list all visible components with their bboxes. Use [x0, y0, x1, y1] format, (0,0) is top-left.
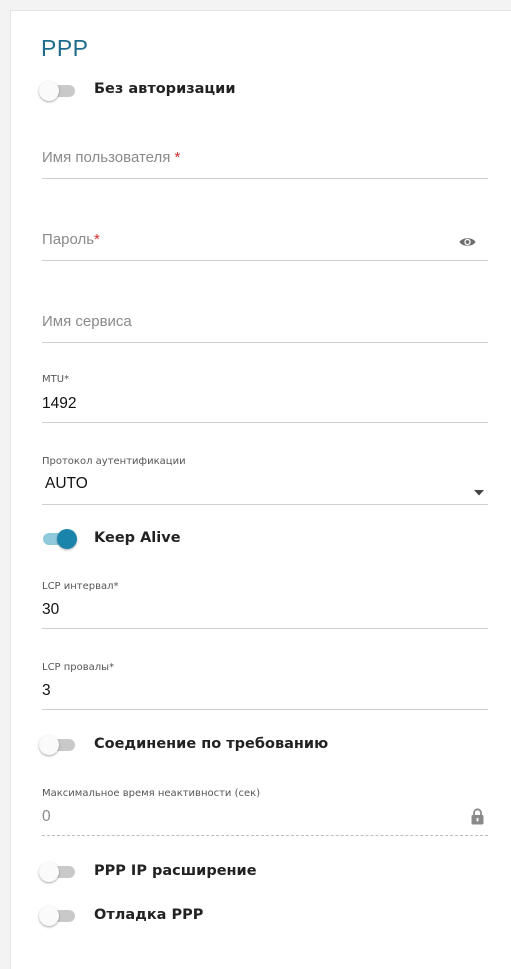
dropdown-arrow-icon[interactable]	[474, 483, 484, 501]
field-underline	[42, 835, 488, 837]
lcp-interval-field[interactable]: LCP интервал* 30	[42, 576, 488, 632]
username-field[interactable]: Имя пользователя *	[42, 149, 488, 181]
keep-alive-label: Keep Alive	[94, 530, 181, 546]
section-title: PPP	[41, 35, 89, 61]
ppp-debug-label: Отладка PPP	[94, 907, 204, 923]
mtu-label: MTU	[42, 374, 65, 385]
required-mark: *	[113, 581, 119, 592]
max-idle-field: Максимальное время неактивности (сек) 0	[42, 783, 488, 839]
max-idle-value: 0	[42, 808, 51, 825]
toggle-thumb	[39, 735, 59, 755]
field-underline	[42, 342, 488, 343]
required-mark: *	[170, 149, 181, 166]
no-auth-label: Без авторизации	[94, 81, 236, 97]
on-demand-label: Соединение по требованию	[94, 736, 329, 752]
auth-protocol-value: AUTO	[45, 475, 88, 492]
max-idle-label: Максимальное время неактивности (сек)	[42, 788, 261, 799]
mtu-field[interactable]: MTU* 1492	[42, 369, 488, 425]
mtu-value: 1492	[42, 395, 77, 412]
service-name-field[interactable]: Имя сервиса	[42, 313, 488, 345]
required-mark: *	[94, 231, 100, 248]
auth-protocol-label: Протокол аутентификации	[42, 456, 186, 467]
lcp-failures-value: 3	[42, 682, 51, 699]
required-mark: *	[64, 374, 70, 385]
service-name-placeholder: Имя сервиса	[42, 313, 132, 330]
toggle-thumb	[39, 906, 59, 926]
field-underline	[42, 504, 488, 505]
field-underline	[42, 178, 488, 179]
field-underline	[42, 628, 488, 629]
lcp-failures-label: LCP провалы	[42, 662, 110, 673]
password-placeholder: Пароль	[42, 231, 95, 248]
no-auth-toggle[interactable]	[39, 80, 77, 101]
ppp-settings-card: PPP Без авторизации Имя пользователя * П…	[10, 10, 511, 969]
auth-protocol-select[interactable]: Протокол аутентификации AUTO	[42, 451, 488, 507]
lock-icon	[471, 808, 484, 830]
ppp-ip-extension-label: PPP IP расширение	[94, 863, 257, 879]
field-underline	[42, 422, 488, 423]
password-field[interactable]: Пароль*	[42, 231, 488, 263]
eye-icon[interactable]	[459, 235, 476, 253]
username-placeholder: Имя пользователя	[42, 149, 171, 166]
required-mark: *	[109, 662, 115, 673]
toggle-thumb	[39, 81, 59, 101]
field-underline	[42, 709, 488, 710]
ppp-ip-extension-toggle[interactable]	[39, 861, 77, 882]
toggle-thumb	[39, 862, 59, 882]
keep-alive-toggle[interactable]	[39, 528, 77, 549]
lcp-failures-field[interactable]: LCP провалы* 3	[42, 657, 488, 713]
field-underline	[42, 260, 488, 261]
ppp-debug-toggle[interactable]	[39, 905, 77, 926]
lcp-interval-value: 30	[42, 601, 60, 618]
on-demand-toggle[interactable]	[39, 734, 77, 755]
lcp-interval-label: LCP интервал	[42, 581, 114, 592]
toggle-thumb	[57, 529, 77, 549]
